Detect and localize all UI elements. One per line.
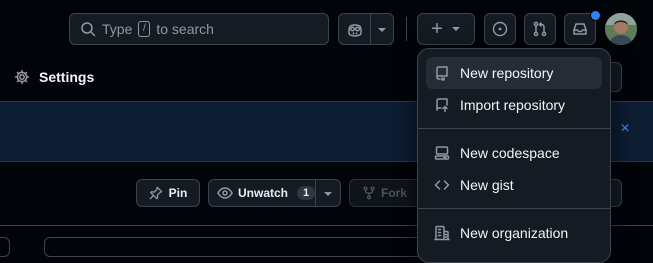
menu-item-label: New codespace [460, 145, 560, 161]
create-new-button[interactable]: + [417, 13, 475, 45]
codespaces-icon [434, 146, 450, 160]
menu-item-import-repository[interactable]: Import repository [426, 89, 602, 121]
search-icon [81, 22, 96, 37]
user-photo [605, 13, 637, 45]
menu-item-label: New gist [460, 177, 514, 193]
create-new-menu: New repository Import repository New cod… [417, 48, 611, 263]
menu-item-label: Import repository [460, 97, 566, 113]
pin-button[interactable]: Pin [136, 179, 200, 207]
chevron-down-icon[interactable] [323, 190, 333, 198]
menu-item-new-gist[interactable]: New gist [426, 169, 602, 201]
gear-icon [14, 69, 30, 85]
menu-item-new-codespace[interactable]: New codespace [426, 137, 602, 169]
close-icon[interactable]: × [617, 121, 633, 137]
pin-label: Pin [168, 186, 188, 200]
copilot-button[interactable] [338, 13, 394, 45]
menu-divider [418, 208, 610, 209]
search-shortcut-key: / [138, 21, 151, 37]
chevron-down-icon [451, 27, 460, 31]
header-divider [406, 17, 407, 41]
menu-item-label: New organization [460, 225, 569, 241]
notification-indicator [590, 10, 601, 21]
pull-requests-button[interactable] [524, 13, 556, 45]
repo-forked-icon [363, 186, 375, 200]
menu-item-new-organization[interactable]: New organization [426, 217, 602, 249]
search-placeholder-prefix: Type [102, 21, 133, 37]
plus-icon: + [431, 18, 443, 40]
watch-count-badge: 1 [297, 186, 316, 200]
eye-icon [217, 187, 233, 199]
side-panel [0, 237, 10, 257]
organization-icon [434, 225, 450, 241]
repo-push-icon [436, 98, 448, 113]
avatar[interactable] [605, 13, 637, 45]
fork-label: Fork [381, 186, 408, 200]
issue-opened-icon [492, 21, 508, 37]
tab-settings-label: Settings [39, 69, 95, 85]
unwatch-separator [315, 180, 316, 206]
issues-button[interactable] [484, 13, 516, 45]
menu-divider [418, 128, 610, 129]
code-icon [434, 180, 450, 190]
copilot-icon [348, 24, 362, 37]
search-placeholder-suffix: to search [156, 21, 214, 37]
pin-icon [149, 186, 162, 200]
search-input[interactable]: Type / to search [69, 13, 329, 45]
tab-settings[interactable]: Settings [14, 66, 94, 88]
chevron-down-icon[interactable] [377, 26, 387, 34]
repo-icon [436, 66, 448, 81]
git-pull-request-icon [533, 21, 547, 37]
unwatch-button[interactable]: Unwatch 1 [208, 179, 341, 207]
inbox-icon [573, 23, 587, 35]
menu-item-label: New repository [460, 65, 554, 81]
menu-item-new-repository[interactable]: New repository [426, 57, 602, 89]
copilot-separator [370, 14, 371, 44]
unwatch-label: Unwatch [238, 186, 289, 200]
